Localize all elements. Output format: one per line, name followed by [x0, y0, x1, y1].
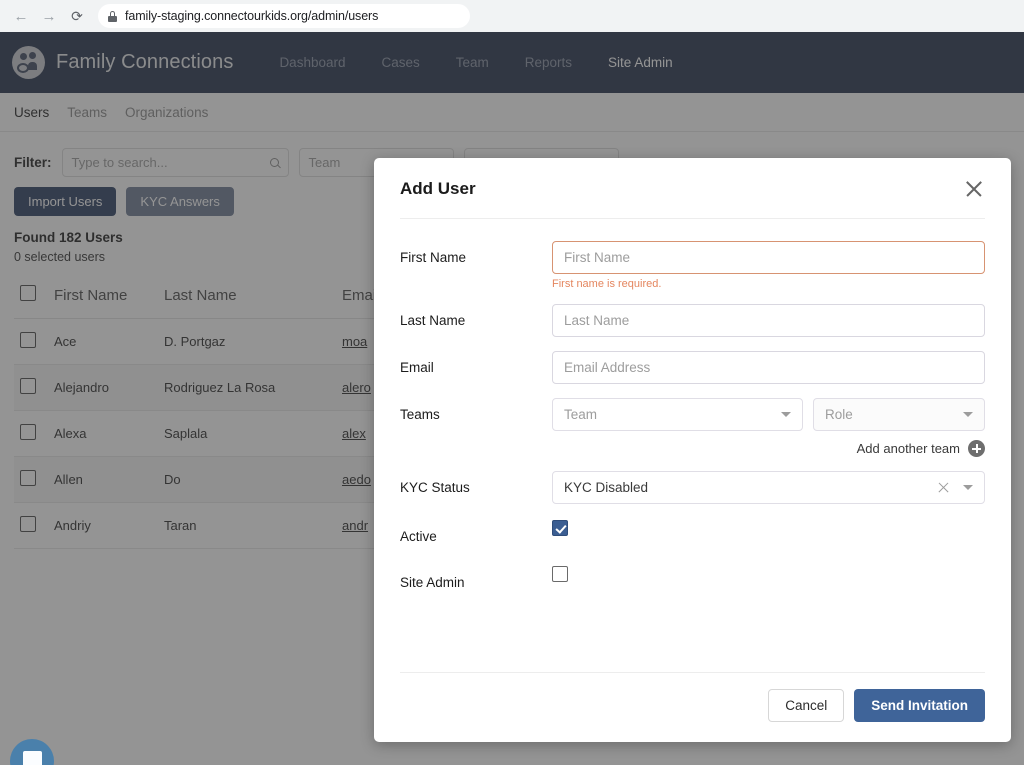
field-site-admin: Site Admin	[400, 566, 985, 590]
chevron-down-icon	[781, 412, 791, 417]
role-select-value: Role	[825, 407, 853, 422]
teams-row: Team Role	[552, 398, 985, 431]
last-name-input[interactable]	[552, 304, 985, 337]
send-invitation-button[interactable]: Send Invitation	[854, 689, 985, 722]
label-last-name: Last Name	[400, 313, 466, 328]
label-active: Active	[400, 529, 437, 544]
browser-reload-icon[interactable]: ⟳	[64, 3, 90, 29]
url-text: family-staging.connectourkids.org/admin/…	[125, 9, 379, 23]
active-checkbox[interactable]	[552, 520, 568, 536]
modal-footer: Cancel Send Invitation	[400, 672, 985, 742]
browser-forward-icon[interactable]: →	[36, 3, 62, 29]
cancel-button[interactable]: Cancel	[768, 689, 845, 722]
add-user-modal: Add User First Name First name is requir…	[374, 158, 1011, 742]
label-kyc-status: KYC Status	[400, 480, 470, 495]
lock-icon	[108, 10, 117, 22]
label-email: Email	[400, 360, 434, 375]
modal-title: Add User	[400, 179, 476, 198]
field-teams: Teams Team Role Add another team	[400, 398, 985, 457]
first-name-input[interactable]	[552, 241, 985, 274]
email-input[interactable]	[552, 351, 985, 384]
chevron-down-icon	[963, 412, 973, 417]
field-last-name: Last Name	[400, 304, 985, 337]
field-active: Active	[400, 520, 985, 544]
team-select-value: Team	[564, 407, 598, 422]
site-admin-checkbox[interactable]	[552, 566, 568, 582]
field-email: Email	[400, 351, 985, 384]
label-site-admin: Site Admin	[400, 575, 465, 590]
plus-icon	[968, 440, 985, 457]
field-kyc-status: KYC Status KYC Disabled	[400, 471, 985, 504]
address-bar[interactable]: family-staging.connectourkids.org/admin/…	[98, 4, 470, 28]
page-root: Family Connections Dashboard Cases Team …	[0, 32, 1024, 765]
field-first-name: First Name First name is required.	[400, 241, 985, 290]
chat-icon	[22, 750, 42, 765]
label-teams: Teams	[400, 407, 440, 422]
modal-body: First Name First name is required. Last …	[374, 219, 1011, 672]
add-another-team-label: Add another team	[856, 441, 960, 456]
role-select[interactable]: Role	[813, 398, 985, 431]
clear-icon[interactable]	[937, 481, 951, 495]
kyc-status-select[interactable]: KYC Disabled	[552, 471, 985, 504]
modal-header: Add User	[374, 158, 1011, 200]
chevron-down-icon	[963, 485, 973, 490]
close-icon[interactable]	[963, 178, 985, 200]
kyc-status-value: KYC Disabled	[564, 480, 649, 495]
first-name-error: First name is required.	[552, 278, 662, 290]
team-select[interactable]: Team	[552, 398, 803, 431]
label-first-name: First Name	[400, 250, 467, 265]
browser-back-icon[interactable]: ←	[8, 3, 34, 29]
browser-toolbar: ← → ⟳ family-staging.connectourkids.org/…	[0, 0, 1024, 32]
add-another-team-button[interactable]: Add another team	[552, 440, 985, 457]
